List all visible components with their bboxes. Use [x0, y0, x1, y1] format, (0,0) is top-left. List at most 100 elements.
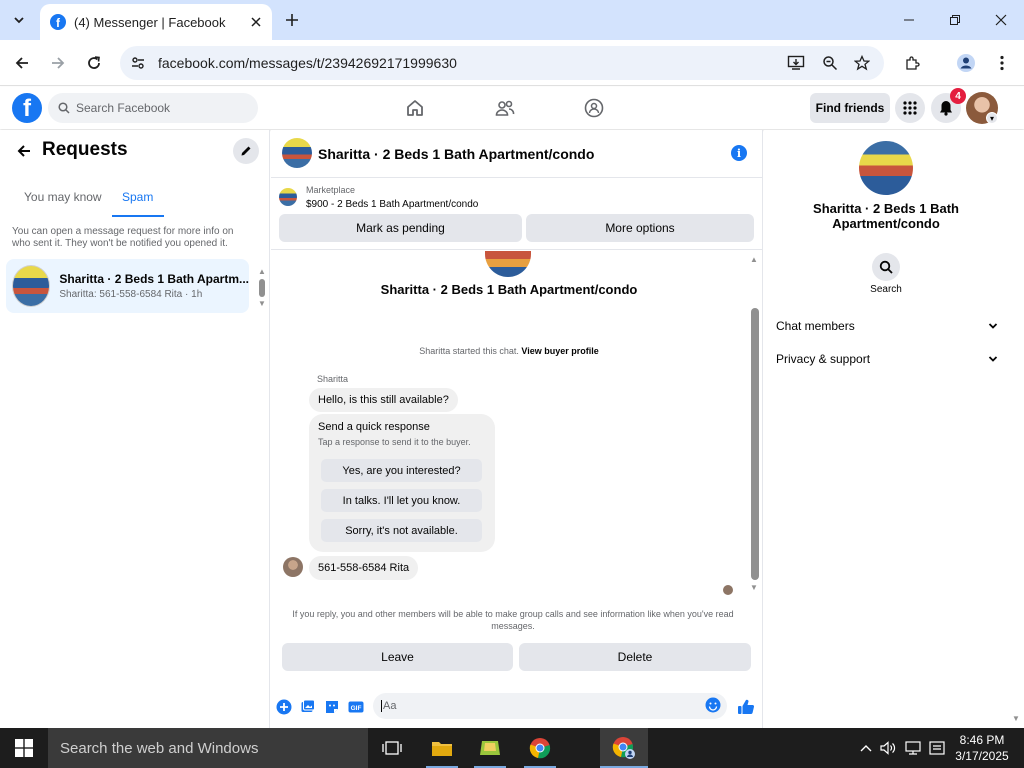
more-options-button[interactable]: More options	[526, 214, 754, 242]
browser-tab-messenger[interactable]: f (4) Messenger | Facebook	[40, 4, 272, 40]
search-in-conversation-icon[interactable]	[872, 253, 900, 281]
message-input[interactable]: Aa	[373, 693, 727, 719]
chat-members-section[interactable]: Chat members	[776, 314, 998, 338]
sticker-icon[interactable]	[323, 698, 341, 716]
extensions-puzzle-icon[interactable]	[900, 51, 924, 75]
chevron-down-icon	[988, 356, 998, 362]
system-clock[interactable]: 8:46 PM 3/17/2025	[954, 732, 1010, 764]
bookmark-star-icon[interactable]	[852, 53, 872, 73]
menu-grid-icon[interactable]	[895, 93, 925, 123]
chat-started-text: Sharitta started this chat.	[419, 346, 519, 356]
taskbar-search-box[interactable]: Search the web and Windows	[48, 728, 368, 768]
scrollbar-thumb[interactable]	[259, 279, 265, 297]
restore-window-icon[interactable]	[932, 0, 978, 40]
home-icon[interactable]	[404, 97, 426, 119]
chat-header: Sharitta · 2 Beds 1 Bath Apartment/condo…	[271, 130, 763, 178]
address-bar[interactable]: facebook.com/messages/t/2394269217199963…	[120, 46, 884, 80]
scroll-down-arrow-icon[interactable]: ▼	[749, 582, 759, 592]
profile-chevron-down-icon[interactable]: ▾	[986, 112, 998, 124]
site-info-icon[interactable]	[128, 53, 148, 73]
browser-tab-bar: f (4) Messenger | Facebook	[0, 0, 1024, 40]
message-composer: GIF Aa	[271, 688, 763, 728]
view-buyer-profile-link[interactable]: View buyer profile	[521, 346, 598, 356]
zoom-icon[interactable]	[820, 53, 840, 73]
chat-scrollbar-thumb[interactable]	[751, 308, 759, 580]
conversation-details-panel: Sharitta · 2 Beds 1 Bath Apartment/condo…	[764, 130, 1024, 728]
message-bubble: 561-558-6584 Rita	[309, 556, 419, 580]
emoji-icon[interactable]	[705, 697, 723, 715]
facebook-logo-icon[interactable]: f	[12, 93, 42, 123]
reply-info-text: If you reply, you and other members will…	[292, 609, 734, 631]
friends-icon[interactable]	[494, 97, 516, 119]
svg-text:GIF: GIF	[351, 705, 362, 712]
request-list-item[interactable]: Sharitta · 2 Beds 1 Bath Apartm... Shari…	[6, 259, 249, 313]
plus-circle-icon[interactable]	[275, 698, 293, 716]
active-tab-indicator	[112, 215, 164, 217]
browser-menu-icon[interactable]	[990, 51, 1014, 75]
chat-started-line: Sharitta started this chat. View buyer p…	[271, 346, 747, 356]
back-arrow-icon[interactable]	[14, 141, 34, 161]
request-name: Sharitta · 2 Beds 1 Bath Apartm...	[59, 272, 249, 286]
tab-spam[interactable]: Spam	[122, 190, 153, 204]
mark-as-pending-button[interactable]: Mark as pending	[279, 214, 522, 242]
chrome-profile-icon[interactable]	[612, 736, 636, 760]
gif-icon[interactable]: GIF	[347, 698, 365, 716]
leave-button[interactable]: Leave	[282, 643, 513, 671]
message-input-placeholder: Aa	[381, 700, 397, 712]
new-tab-plus-icon[interactable]	[282, 10, 302, 30]
windows-taskbar: Search the web and Windows 8:46 PM 3/17/…	[0, 728, 1024, 768]
search-label: Search	[870, 284, 902, 295]
file-manager-icon[interactable]	[478, 736, 502, 760]
notification-count-badge: 4	[950, 88, 966, 104]
search-icon	[58, 102, 70, 114]
forward-arrow-icon[interactable]	[46, 51, 70, 75]
facebook-header: f Search Facebook Find friends 4 ▾	[0, 87, 1024, 129]
tab-search-button[interactable]	[6, 8, 32, 32]
requests-scrollbar[interactable]: ▲ ▼	[258, 266, 266, 310]
profile-account-icon[interactable]	[954, 51, 978, 75]
edit-pencil-icon[interactable]	[233, 138, 259, 164]
chat-title[interactable]: Sharitta · 2 Beds 1 Bath Apartment/condo	[318, 146, 594, 162]
chat-avatar[interactable]	[282, 138, 312, 168]
network-icon[interactable]	[905, 740, 921, 756]
sender-name: Sharitta	[317, 374, 349, 384]
action-center-icon[interactable]	[929, 740, 945, 756]
tab-you-may-know[interactable]: You may know	[24, 190, 102, 204]
quick-response-subtitle: Tap a response to send it to the buyer.	[318, 437, 471, 447]
listing-title[interactable]: $900 - 2 Beds 1 Bath Apartment/condo	[306, 199, 478, 210]
photo-gallery-icon[interactable]	[299, 698, 317, 716]
groups-icon[interactable]	[583, 97, 605, 119]
facebook-search-input[interactable]: Search Facebook	[48, 93, 258, 123]
like-thumbs-up-icon[interactable]	[737, 698, 755, 716]
quick-reply-button[interactable]: In talks. I'll let you know.	[321, 489, 482, 512]
info-icon[interactable]: i	[731, 145, 747, 161]
quick-response-card: Send a quick response Tap a response to …	[309, 414, 495, 552]
clock-time: 8:46 PM	[959, 733, 1005, 747]
windows-start-icon[interactable]	[0, 728, 48, 768]
delete-button[interactable]: Delete	[519, 643, 751, 671]
chrome-icon[interactable]	[528, 736, 552, 760]
find-friends-button[interactable]: Find friends	[810, 93, 890, 123]
close-tab-icon[interactable]	[246, 12, 266, 32]
scroll-up-arrow-icon[interactable]: ▲	[749, 254, 759, 264]
details-avatar	[859, 141, 913, 195]
file-explorer-icon[interactable]	[430, 736, 454, 760]
install-app-icon[interactable]	[786, 53, 806, 73]
back-arrow-icon[interactable]	[10, 51, 34, 75]
show-hidden-icons-chevron-icon[interactable]	[858, 740, 874, 756]
scroll-down-arrow-icon[interactable]: ▼	[1012, 714, 1020, 723]
quick-reply-button[interactable]: Sorry, it's not available.	[321, 519, 482, 542]
privacy-support-section[interactable]: Privacy & support	[776, 347, 998, 371]
reload-icon[interactable]	[82, 51, 106, 75]
scroll-down-arrow-icon[interactable]: ▼	[257, 298, 267, 308]
listing-thumbnail[interactable]	[279, 188, 297, 206]
requests-title: Requests	[42, 139, 128, 160]
request-avatar	[12, 265, 51, 307]
read-receipt-avatar	[723, 585, 733, 595]
quick-reply-button[interactable]: Yes, are you interested?	[321, 459, 482, 482]
volume-icon[interactable]	[880, 740, 896, 756]
task-view-icon[interactable]	[380, 736, 404, 760]
scroll-up-arrow-icon[interactable]: ▲	[257, 266, 267, 276]
close-window-icon[interactable]	[978, 0, 1024, 40]
minimize-window-icon[interactable]	[886, 0, 932, 40]
